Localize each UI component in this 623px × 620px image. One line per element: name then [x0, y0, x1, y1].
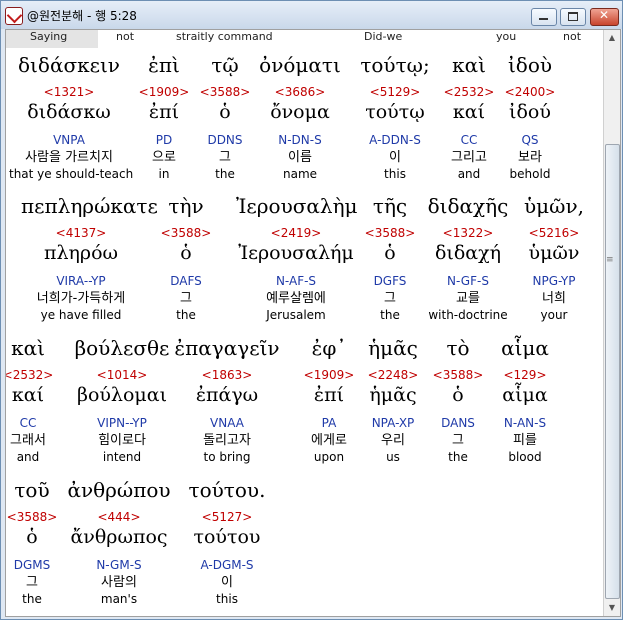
english-gloss: blood: [508, 450, 542, 464]
greek-word: ἀνθρώπου: [67, 478, 171, 502]
parsing-code: VIRA--YP: [56, 274, 106, 288]
greek-word: τούτου.: [188, 478, 266, 502]
lemma: τούτου: [193, 526, 261, 548]
vertical-scrollbar[interactable]: ▲ ≡ ▼: [603, 30, 620, 616]
minimize-button[interactable]: [531, 8, 557, 26]
app-window: @원전분해 - 행 5:28 Saying not straitly comma…: [0, 0, 623, 620]
english-gloss: this: [216, 592, 238, 606]
strong-number[interactable]: <3588>: [126, 225, 246, 241]
korean-gloss: 너희: [542, 291, 566, 306]
parsing-code: N-GM-S: [96, 558, 142, 572]
title-bar[interactable]: @원전분해 - 행 5:28: [1, 1, 622, 29]
scroll-up-arrow-icon[interactable]: ▲: [604, 30, 620, 46]
korean-gloss: 그: [180, 291, 192, 306]
greek-word: βούλεσθε: [74, 336, 170, 360]
strong-number[interactable]: <2400>: [470, 84, 590, 100]
english-gloss: intend: [102, 450, 142, 464]
scroll-down-arrow-icon[interactable]: ▼: [604, 600, 620, 616]
close-button[interactable]: [590, 8, 619, 26]
window-title: @원전분해 - 행 5:28: [27, 9, 137, 23]
lemma: πληρόω: [43, 242, 118, 264]
strong-number[interactable]: <1014>: [62, 367, 182, 383]
korean-gloss: 이: [221, 575, 233, 590]
parsing-code: NPG-YP: [532, 274, 576, 288]
gloss: Did-we: [364, 30, 403, 43]
gloss: straitly command: [176, 30, 273, 43]
scroll-thumb[interactable]: [605, 144, 620, 599]
english-gloss: the: [176, 308, 196, 322]
lemma: βούλομαι: [76, 384, 168, 406]
previous-line-glosses: Saying not straitly command Did-we you n…: [6, 30, 604, 48]
english-gloss: your: [540, 308, 568, 322]
lemma: ἄνθρωπος: [70, 526, 168, 548]
parsing-code: QS: [521, 133, 539, 147]
greek-word: πεπληρώκατε: [21, 194, 158, 218]
korean-gloss: 보라: [518, 150, 542, 165]
korean-gloss: 사람의: [101, 575, 137, 590]
gloss: not: [563, 30, 582, 43]
interlinear-pane: Saying not straitly command Did-we you n…: [5, 29, 621, 617]
gloss: not: [116, 30, 135, 43]
lemma: αἷμα: [502, 384, 548, 406]
english-gloss: behold: [509, 167, 551, 181]
lemma: ἰδού: [509, 101, 551, 123]
maximize-button[interactable]: [560, 8, 586, 26]
greek-word: ἰδοὺ: [507, 53, 553, 77]
strong-number[interactable]: <444>: [59, 509, 179, 525]
strong-number[interactable]: <4137>: [21, 225, 141, 241]
english-gloss: man's: [100, 592, 138, 606]
parsing-code: N-AN-S: [503, 416, 547, 430]
korean-gloss: 피를: [513, 433, 537, 448]
strong-number[interactable]: <129>: [465, 367, 585, 383]
scroll-grip-icon: ≡: [606, 255, 614, 265]
lemma: ὑμῶν: [528, 242, 580, 264]
greek-word: ὑμῶν,: [524, 194, 584, 218]
greek-word: τὴν: [168, 194, 204, 218]
app-icon[interactable]: [5, 7, 23, 25]
strong-number[interactable]: <5127>: [167, 509, 287, 525]
english-gloss: ye have filled: [40, 308, 122, 322]
korean-gloss: 너희가-가득하게: [36, 291, 126, 306]
strong-number[interactable]: <5216>: [494, 225, 614, 241]
korean-gloss: 힘이로다: [98, 433, 146, 448]
lemma: ὁ: [180, 242, 192, 264]
greek-word: αἷμα: [501, 336, 549, 360]
gloss: you: [496, 30, 517, 43]
parsing-code: VIPN--YP: [97, 416, 147, 430]
parsing-code: DAFS: [170, 274, 202, 288]
parsing-code: A-DGM-S: [200, 558, 254, 572]
gloss: Saying: [30, 30, 68, 43]
verse-content: διδάσκειν <1321> διδάσκω VNPA 사람을 가르치지 that y…: [6, 48, 604, 616]
